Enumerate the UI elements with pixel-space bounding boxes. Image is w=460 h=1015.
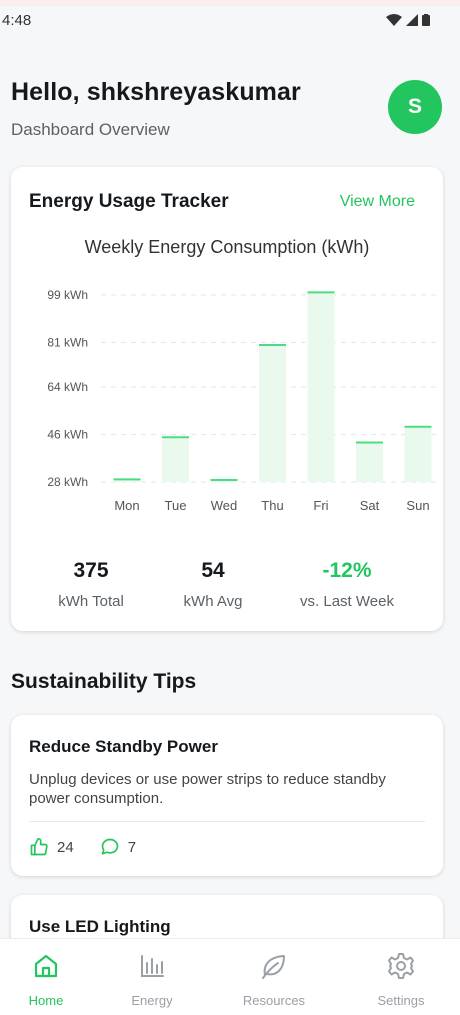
status-icons <box>386 14 430 26</box>
nav-resources[interactable]: Resources <box>224 951 324 1008</box>
tip-title: Use LED Lighting <box>29 917 171 936</box>
nav-settings[interactable]: Settings <box>351 951 451 1008</box>
battery-icon <box>422 14 430 26</box>
home-icon <box>34 954 58 978</box>
stat-average-value: 54 <box>201 559 225 582</box>
leaf-icon <box>262 955 285 979</box>
nav-home-label: Home <box>28 993 64 1008</box>
nav-energy[interactable]: Energy <box>102 951 202 1008</box>
gear-icon <box>388 953 414 979</box>
stat-average-label: kWh Avg <box>183 593 243 610</box>
x-tick-label: Sat <box>360 498 380 513</box>
y-tick-label: 99 kWh <box>47 288 88 302</box>
signal-icon <box>406 14 418 26</box>
x-tick-label: Tue <box>165 498 187 513</box>
comment-count: 7 <box>127 838 137 856</box>
stat-change-value: -12% <box>322 559 372 582</box>
x-tick-label: Fri <box>313 498 328 513</box>
nav-settings-label: Settings <box>377 993 425 1008</box>
x-tick-label: Sun <box>406 498 429 513</box>
like-button[interactable]: 24 <box>29 837 74 857</box>
greeting: Hello, shkshreyaskumar <box>11 78 301 106</box>
comment-icon <box>101 838 119 855</box>
tip-divider <box>29 821 425 822</box>
sustainability-tips-title: Sustainability Tips <box>11 670 197 693</box>
stat-change-label: vs. Last Week <box>300 593 394 610</box>
nav-resources-label: Resources <box>242 993 306 1008</box>
chart-bar <box>356 442 383 482</box>
nav-home[interactable]: Home <box>0 951 96 1008</box>
dashboard-subtitle: Dashboard Overview <box>11 120 170 139</box>
tip-actions: 24 7 <box>29 837 162 857</box>
energy-usage-card: Energy Usage Tracker View More Weekly En… <box>11 167 443 631</box>
view-more-link[interactable]: View More <box>340 193 415 211</box>
tip-card[interactable]: Reduce Standby Power Unplug devices or u… <box>11 715 443 876</box>
y-tick-label: 28 kWh <box>47 475 88 489</box>
bar-chart-icon <box>141 955 164 977</box>
stat-average: 54 kWh Avg <box>143 559 283 610</box>
chart-title: Weekly Energy Consumption (kWh) <box>84 237 370 257</box>
nav-energy-label: Energy <box>131 993 173 1008</box>
comment-button[interactable]: 7 <box>100 837 136 857</box>
stat-change: -12% vs. Last Week <box>277 559 417 610</box>
header: Hello, shkshreyaskumar Dashboard Overvie… <box>11 78 442 148</box>
bottom-nav: Home Energy Resources Settings <box>0 938 460 1015</box>
stat-total-value: 375 <box>73 559 109 582</box>
chart-bar <box>404 426 432 482</box>
y-tick-label: 81 kWh <box>47 335 88 349</box>
thumbs-up-icon <box>30 837 48 856</box>
energy-bar-chart: 99 kWh 81 kWh 64 kWh 46 kWh 28 kWh Mon Tue Wed T… <box>47 288 441 513</box>
y-tick-label: 64 kWh <box>47 380 88 394</box>
wifi-icon <box>386 14 402 26</box>
like-count: 24 <box>57 838 74 856</box>
x-tick-label: Mon <box>114 498 139 513</box>
chart-bar <box>307 292 335 482</box>
tip-title: Reduce Standby Power <box>29 737 218 756</box>
energy-stats: 375 kWh Total 54 kWh Avg -12% vs. Last W… <box>11 559 443 619</box>
tip-description: Unplug devices or use power strips to re… <box>29 771 386 807</box>
avatar[interactable]: S <box>388 80 442 134</box>
stat-total-label: kWh Total <box>58 593 124 610</box>
status-bar: 4:48 <box>0 0 460 36</box>
x-tick-label: Wed <box>211 498 238 513</box>
chart-bar <box>162 437 189 482</box>
energy-card-title: Energy Usage Tracker <box>29 191 229 212</box>
y-tick-label: 46 kWh <box>47 428 88 442</box>
x-tick-label: Thu <box>261 498 283 513</box>
stat-total: 375 kWh Total <box>21 559 161 610</box>
chart-bar <box>259 345 286 482</box>
status-time: 4:48 <box>2 12 32 29</box>
